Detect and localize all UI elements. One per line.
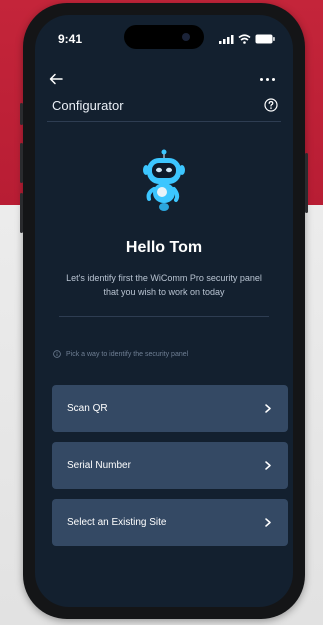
chevron-right-icon <box>265 461 271 470</box>
greeting-heading: Hello Tom <box>125 239 203 256</box>
camera-icon <box>182 33 190 41</box>
phone-power-button <box>305 153 308 213</box>
robot-mascot-icon <box>143 149 185 211</box>
header-divider <box>47 121 281 122</box>
intro-text: Let's identify first the WiComm Pro secu… <box>66 273 262 297</box>
phone-volume-up-button <box>20 143 23 183</box>
signal-icon <box>219 34 234 44</box>
option-label: Select an Existing Site <box>67 517 167 528</box>
hint-text: Pick a way to identify the security pane… <box>66 350 189 358</box>
chevron-right-icon <box>265 518 271 527</box>
phone-side-button <box>20 103 23 125</box>
option-label: Serial Number <box>67 460 131 471</box>
select-existing-site-button[interactable]: Select an Existing Site <box>52 499 288 546</box>
option-label: Scan QR <box>67 403 108 414</box>
serial-number-button[interactable]: Serial Number <box>52 442 288 489</box>
dynamic-island <box>124 25 204 49</box>
phone-frame: 9:41 Configurator Hello Tom Let's identi… <box>20 3 308 619</box>
more-horizontal-icon <box>259 77 263 81</box>
status-icons <box>219 34 275 44</box>
battery-icon <box>255 34 275 44</box>
wifi-icon <box>238 34 251 44</box>
app-screen: 9:41 Configurator Hello Tom Let's identi… <box>35 15 293 607</box>
phone-volume-down-button <box>20 193 23 233</box>
hint-row: Pick a way to identify the security pane… <box>53 350 188 358</box>
info-icon <box>53 350 61 358</box>
intro-divider <box>59 316 269 317</box>
more-dot <box>271 77 275 81</box>
scan-qr-button[interactable]: Scan QR <box>52 385 288 432</box>
more-dot <box>265 77 269 81</box>
page-title: Configurator <box>52 98 124 113</box>
chevron-right-icon <box>265 404 271 413</box>
more-options-button[interactable] <box>253 70 281 88</box>
help-button[interactable] <box>263 97 279 113</box>
status-time: 9:41 <box>58 32 83 46</box>
arrow-left-icon <box>49 73 63 85</box>
help-circle-icon <box>264 98 278 112</box>
back-button[interactable] <box>49 69 73 89</box>
